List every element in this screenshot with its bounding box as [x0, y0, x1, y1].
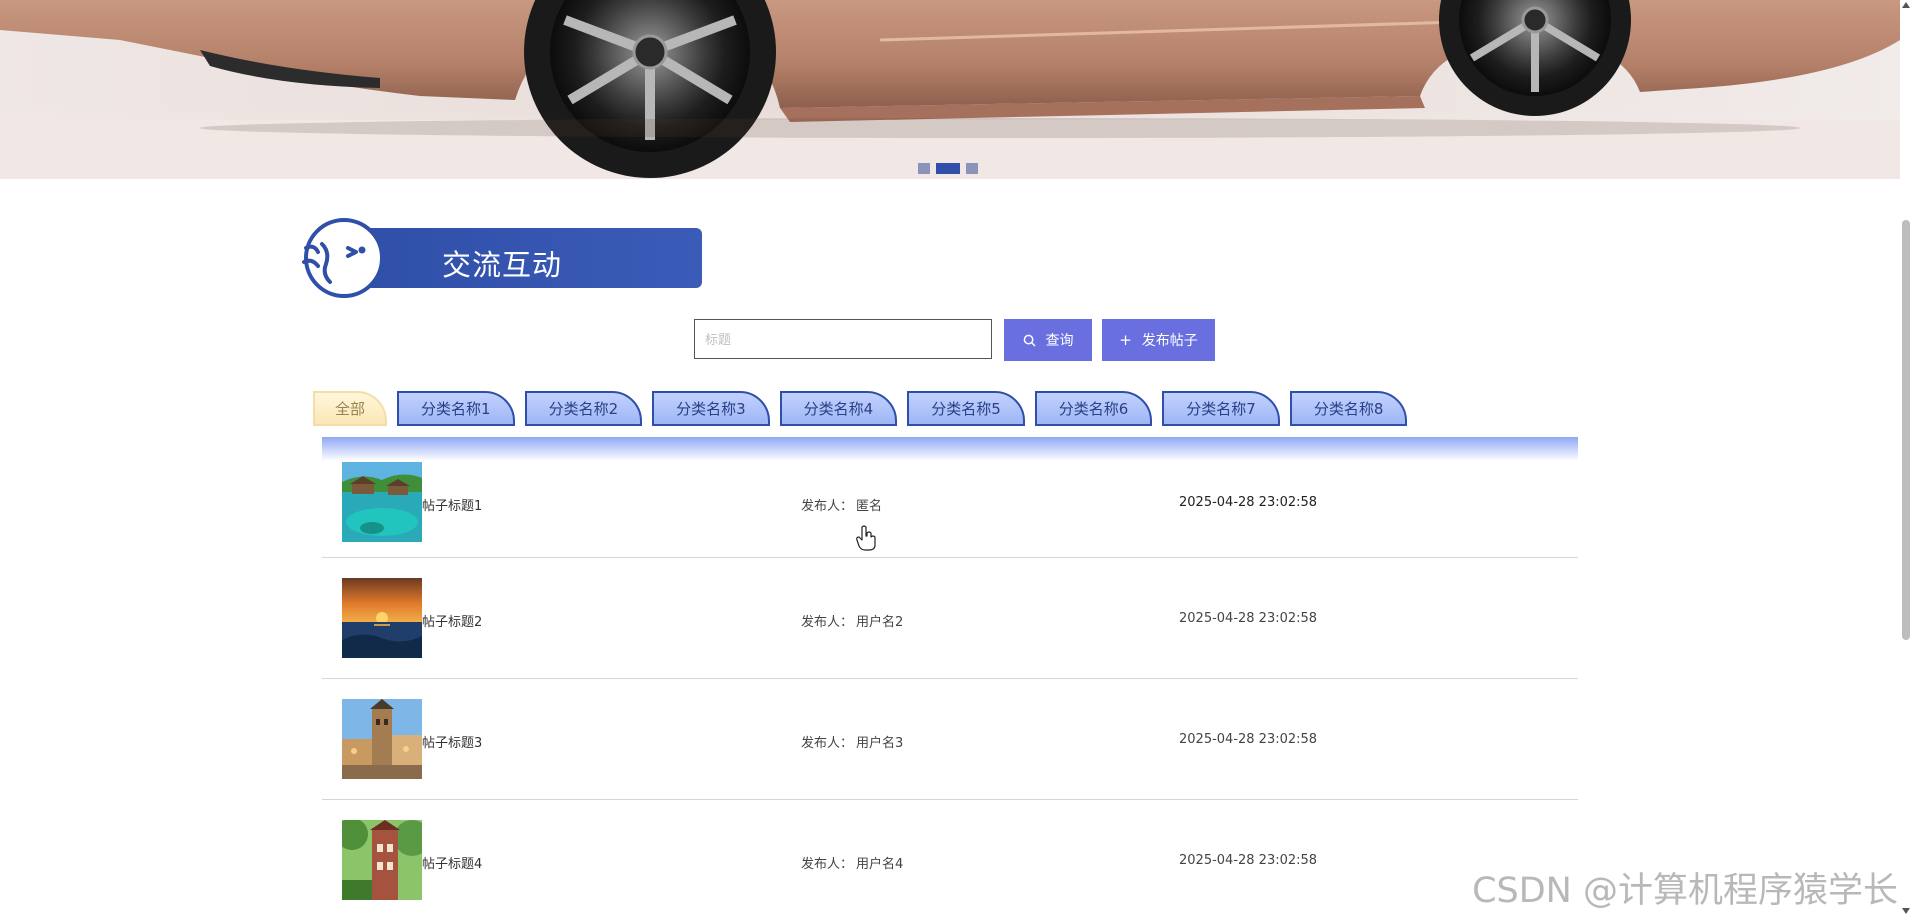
category-tab-label: 分类名称6: [1058, 400, 1129, 418]
post-time: 2025-04-28 23:02:58: [1179, 853, 1318, 868]
post-title[interactable]: 帖子标题2: [422, 611, 482, 630]
page-scrollbar[interactable]: [1900, 0, 1912, 918]
category-tab-label: 分类名称4: [803, 400, 874, 418]
post-author: 用户名3: [856, 736, 904, 751]
category-tab-4[interactable]: 分类名称4: [779, 391, 898, 426]
post-title[interactable]: 帖子标题4: [422, 853, 482, 872]
category-tab-label: 分类名称5: [931, 400, 1001, 418]
post-title[interactable]: 帖子标题1: [422, 495, 482, 514]
author-label: 发布人：: [801, 615, 854, 630]
search-icon: [1023, 334, 1035, 346]
scroll-up-arrow-icon[interactable]: [1902, 2, 1910, 8]
carousel-dot-active[interactable]: [936, 163, 960, 174]
category-tabs: 全部 分类名称1 分类名称2 分类名称3 分类名称4 分类名称5 分类名称6 分…: [313, 391, 1408, 426]
old-town-tower-image: [342, 699, 422, 779]
carousel-indicators: [918, 163, 978, 174]
plus-icon: +: [1119, 330, 1132, 349]
category-tab-1[interactable]: 分类名称1: [397, 391, 515, 426]
category-tab-all[interactable]: 全部: [313, 391, 388, 426]
category-tab-label: 分类名称7: [1186, 400, 1256, 418]
section-title: 交流互动: [442, 248, 563, 282]
post-time: 2025-04-28 23:02:58: [1179, 732, 1318, 747]
sunset-sea-image: [342, 578, 422, 658]
hand-pointer-cursor-icon: [856, 525, 876, 551]
title-search-input[interactable]: [694, 319, 992, 359]
post-thumbnail[interactable]: [342, 699, 422, 779]
section-header: 交流互动: [300, 218, 705, 298]
post-thumbnail[interactable]: [342, 462, 422, 542]
post-author: 匿名: [856, 499, 883, 514]
post-time: 2025-04-28 23:02:58: [1179, 495, 1318, 510]
category-tab-6[interactable]: 分类名称6: [1034, 391, 1153, 426]
post-time: 2025-04-28 23:02:58: [1179, 611, 1318, 626]
category-tab-7[interactable]: 分类名称7: [1162, 391, 1280, 426]
banner-carousel[interactable]: [0, 0, 1900, 179]
post-list: 帖子标题1 发布人： 匿名 2025-04-28 23:02:58 帖子标题2 …: [322, 437, 1578, 920]
castle-trees-image: [342, 820, 422, 900]
post-list-header: [322, 437, 1578, 461]
post-thumbnail[interactable]: [342, 820, 422, 900]
watermark-text: CSDN @计算机程序猿学长: [1472, 871, 1898, 911]
scroll-down-arrow-icon[interactable]: [1902, 908, 1910, 914]
category-tab-3[interactable]: 分类名称3: [652, 391, 770, 426]
category-tab-label: 分类名称8: [1313, 400, 1384, 418]
category-tab-label: 分类名称3: [676, 400, 746, 418]
category-tab-label: 全部: [335, 400, 366, 418]
category-tab-label: 分类名称2: [548, 400, 619, 418]
post-row[interactable]: 帖子标题4 发布人： 用户名4 2025-04-28 23:02:58: [322, 800, 1578, 920]
category-tab-5[interactable]: 分类名称5: [907, 391, 1025, 426]
post-thumbnail[interactable]: [342, 578, 422, 658]
post-row[interactable]: 帖子标题1 发布人： 匿名 2025-04-28 23:02:58: [322, 461, 1578, 558]
post-author: 用户名4: [856, 857, 904, 872]
author-label: 发布人：: [801, 499, 854, 514]
post-row[interactable]: 帖子标题3 发布人： 用户名3 2025-04-28 23:02:58: [322, 679, 1578, 800]
post-thread-button[interactable]: + 发布帖子: [1102, 319, 1215, 361]
chat-face-icon: [302, 218, 380, 298]
scrollbar-thumb[interactable]: [1902, 220, 1910, 640]
author-label: 发布人：: [801, 857, 854, 872]
post-author: 用户名2: [856, 615, 904, 630]
search-button-label: 查询: [1045, 333, 1074, 349]
search-button[interactable]: 查询: [1004, 319, 1092, 361]
tropical-lagoon-image: [342, 462, 422, 542]
category-tab-2[interactable]: 分类名称2: [524, 391, 643, 426]
carousel-dot[interactable]: [966, 163, 978, 174]
category-tab-label: 分类名称1: [421, 400, 491, 418]
category-tab-8[interactable]: 分类名称8: [1289, 391, 1408, 426]
post-row[interactable]: 帖子标题2 发布人： 用户名2 2025-04-28 23:02:58: [322, 558, 1578, 679]
post-title[interactable]: 帖子标题3: [422, 732, 482, 751]
post-thread-button-label: 发布帖子: [1141, 333, 1198, 349]
carousel-dot[interactable]: [918, 163, 930, 174]
car-banner-image: [0, 0, 1900, 179]
author-label: 发布人：: [801, 736, 854, 751]
